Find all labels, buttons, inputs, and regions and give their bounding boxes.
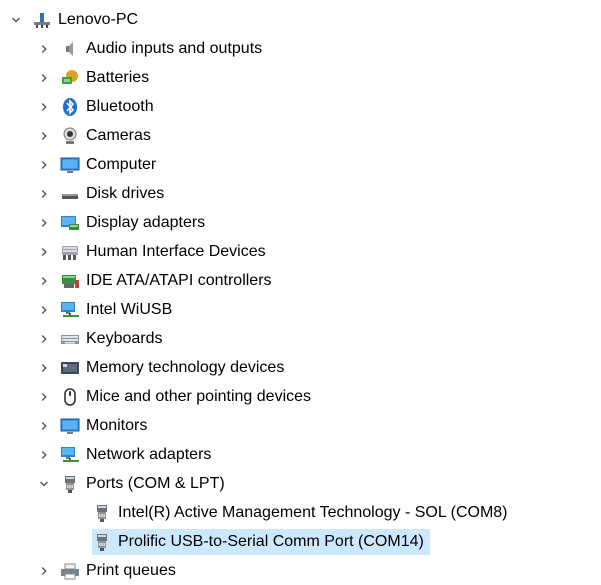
tree-node-label: Mice and other pointing devices [86,387,312,405]
tree-node[interactable]: Monitors [60,416,147,436]
tree-node[interactable]: Lenovo-PC [32,10,138,30]
tree-category[interactable]: Human Interface Devices [0,237,601,266]
chevron-right-icon[interactable] [36,447,52,463]
chevron-right-icon[interactable] [36,186,52,202]
tree-category[interactable]: Print queues [0,556,601,585]
chevron-right-icon[interactable] [36,99,52,115]
tree-node[interactable]: Ports (COM & LPT) [60,474,225,494]
tree-node[interactable]: Batteries [60,68,149,88]
chevron-right-icon[interactable] [36,244,52,260]
device-tree: Lenovo-PC Audio inputs and outputs Batteri… [0,0,601,585]
tree-category[interactable]: Ports (COM & LPT) [0,469,601,498]
chevron-right-icon[interactable] [36,41,52,57]
tree-node-label: Bluetooth [86,97,154,115]
tree-category[interactable]: Mice and other pointing devices [0,382,601,411]
chevron-right-icon[interactable] [36,157,52,173]
tree-node-label: Lenovo-PC [58,10,139,28]
network-icon [60,300,80,320]
chevron-right-icon[interactable] [36,273,52,289]
tree-node[interactable]: Network adapters [60,445,211,465]
tree-node-label: Monitors [86,416,148,434]
chevron-down-icon[interactable] [8,12,24,28]
tree-node-label: Disk drives [86,184,165,202]
tree-category[interactable]: Batteries [0,63,601,92]
tree-node-label: Ports (COM & LPT) [86,474,225,492]
tree-category[interactable]: Intel WiUSB [0,295,601,324]
chevron-right-icon[interactable] [36,360,52,376]
tree-node-label: Human Interface Devices [86,242,266,260]
port-icon [60,474,80,494]
camera-icon [60,126,80,146]
tree-category[interactable]: Computer [0,150,601,179]
chevron-right-icon[interactable] [36,70,52,86]
tree-node-label: Prolific USB-to-Serial Comm Port (COM14) [118,532,424,550]
ide-controller-icon [60,271,80,291]
tree-node[interactable]: Audio inputs and outputs [60,39,262,59]
disk-drive-icon [60,184,80,204]
tree-node[interactable]: Bluetooth [60,97,154,117]
tree-node[interactable]: IDE ATA/ATAPI controllers [60,271,272,291]
tree-node-label: Keyboards [86,329,163,347]
tree-category[interactable]: Network adapters [0,440,601,469]
port-icon [92,532,112,552]
tree-root[interactable]: Lenovo-PC [0,5,601,34]
chevron-right-icon[interactable] [36,215,52,231]
tree-node[interactable]: Keyboards [60,329,163,349]
tree-category[interactable]: Display adapters [0,208,601,237]
battery-icon [60,68,80,88]
memory-device-icon [60,358,80,378]
chevron-right-icon[interactable] [36,563,52,579]
speaker-icon [60,39,80,59]
tree-node-label: IDE ATA/ATAPI controllers [86,271,272,289]
chevron-right-icon[interactable] [36,389,52,405]
tree-category[interactable]: Monitors [0,411,601,440]
keyboard-icon [60,329,80,349]
tree-node-label: Print queues [86,561,176,579]
tree-node-label: Network adapters [86,445,212,463]
chevron-right-icon[interactable] [36,128,52,144]
chevron-right-icon[interactable] [36,418,52,434]
mouse-icon [60,387,80,407]
tree-category[interactable]: Memory technology devices [0,353,601,382]
bluetooth-icon [60,97,80,117]
monitor-icon [60,416,80,436]
tree-node[interactable]: Memory technology devices [60,358,284,378]
tree-category[interactable]: Disk drives [0,179,601,208]
tree-node[interactable]: Mice and other pointing devices [60,387,311,407]
printer-icon [60,561,80,581]
tree-category[interactable]: Audio inputs and outputs [0,34,601,63]
tree-category[interactable]: Keyboards [0,324,601,353]
port-icon [92,503,112,523]
tree-node-label: Intel(R) Active Management Technology - … [118,503,508,521]
tree-node-label: Memory technology devices [86,358,285,376]
tree-node[interactable]: Print queues [60,561,176,581]
tree-category[interactable]: Bluetooth [0,92,601,121]
tree-node-label: Audio inputs and outputs [86,39,263,57]
tree-node[interactable]: Disk drives [60,184,164,204]
tree-device[interactable]: Intel(R) Active Management Technology - … [0,498,601,527]
tree-category[interactable]: IDE ATA/ATAPI controllers [0,266,601,295]
chevron-right-icon[interactable] [36,331,52,347]
tree-category[interactable]: Cameras [0,121,601,150]
tree-node[interactable]: Human Interface Devices [60,242,266,262]
tree-node-label: Display adapters [86,213,206,231]
tree-node[interactable]: Cameras [60,126,151,146]
display-adapter-icon [60,213,80,233]
tree-node[interactable]: Display adapters [60,213,205,233]
tree-device[interactable]: Prolific USB-to-Serial Comm Port (COM14) [0,527,601,556]
tree-node[interactable]: Prolific USB-to-Serial Comm Port (COM14) [92,528,430,555]
tree-node[interactable]: Intel WiUSB [60,300,172,320]
tree-node[interactable]: Intel(R) Active Management Technology - … [92,503,508,523]
tree-node-label: Computer [86,155,157,173]
chevron-down-icon[interactable] [36,476,52,492]
network-icon [60,445,80,465]
tree-node-label: Batteries [86,68,150,86]
hid-icon [60,242,80,262]
tree-node-label: Cameras [86,126,151,144]
computer-tree-icon [32,10,52,30]
monitor-icon [60,155,80,175]
chevron-right-icon[interactable] [36,302,52,318]
tree-node[interactable]: Computer [60,155,156,175]
tree-node-label: Intel WiUSB [86,300,173,318]
